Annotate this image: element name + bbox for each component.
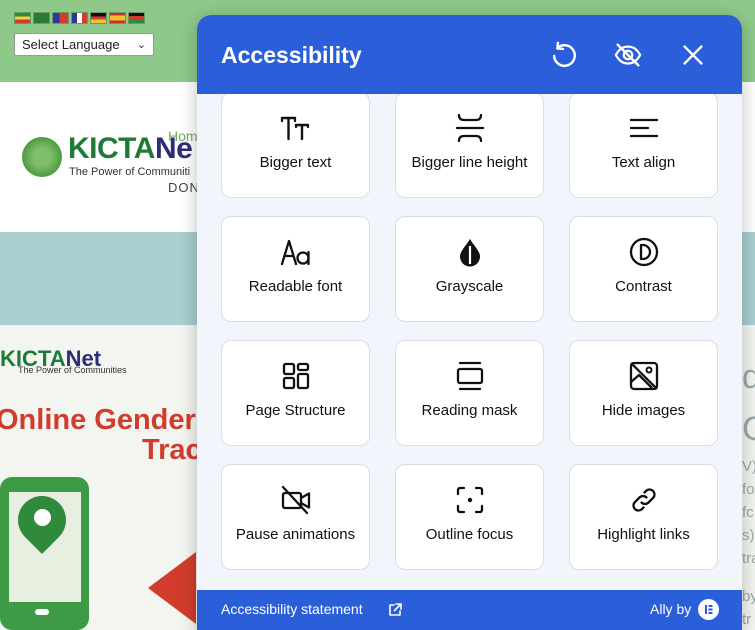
line-height-icon (455, 113, 484, 143)
banner-title-line1: Online Gender- (0, 404, 206, 436)
panel-footer: Accessibility statement Ally by (197, 590, 742, 630)
outline-focus-icon (456, 486, 483, 514)
tile-label: Pause animations (235, 526, 356, 543)
tile-label: Outline focus (425, 526, 514, 543)
highlight-links-icon (631, 488, 656, 512)
nav-home-link[interactable]: Hom (168, 128, 198, 144)
tile-label: Grayscale (435, 278, 504, 295)
edge-text-2: C (742, 410, 755, 448)
text-align-icon (629, 118, 658, 138)
accessibility-options-grid: Bigger text Bigger line height Text alig… (197, 94, 742, 590)
tile-label: Highlight links (597, 526, 690, 543)
flag-france[interactable] (71, 12, 88, 24)
accessibility-panel: Accessibility Bigger text Bigger line he… (197, 15, 742, 630)
edge-text-9: tr (742, 611, 752, 628)
tile-page-structure[interactable]: Page Structure (221, 340, 370, 446)
logo-tagline: The Power of Communiti (69, 166, 191, 178)
logo-brand-green: KICTA (68, 132, 155, 165)
tile-contrast[interactable]: Contrast (569, 216, 718, 322)
edge-text-4: fo (742, 481, 755, 498)
edge-text-7: tra (742, 550, 755, 567)
bigger-text-icon (280, 116, 309, 141)
hide-widget-button[interactable] (610, 37, 646, 73)
pause-animations-icon (281, 485, 310, 515)
chevron-down-icon: ⌄ (136, 39, 146, 51)
flag-taiwan[interactable] (52, 12, 69, 24)
donate-link[interactable]: DON (168, 180, 200, 195)
page: Select Language ⌄ KICTANe The Power of C… (0, 0, 755, 630)
page-structure-icon (282, 362, 309, 390)
readable-font-icon (280, 239, 310, 266)
tile-highlight-links[interactable]: Highlight links (569, 464, 718, 570)
tile-outline-focus[interactable]: Outline focus (395, 464, 544, 570)
reset-icon (552, 41, 576, 68)
edge-text-6: s) (742, 527, 755, 544)
banner-arrow (148, 552, 196, 624)
language-select[interactable]: Select Language ⌄ (14, 33, 154, 56)
close-icon (683, 45, 703, 65)
reset-button[interactable] (546, 37, 582, 73)
banner-title-line2: Trac (142, 434, 202, 466)
reading-mask-icon (456, 361, 483, 391)
tile-readable-font[interactable]: Readable font (221, 216, 370, 322)
edge-text-3: V) (742, 458, 755, 475)
hide-images-icon (629, 361, 658, 391)
banner-tagline: The Power of Communities (18, 365, 127, 375)
kictanet-logo-mark (22, 137, 62, 177)
hide-widget-icon (614, 43, 642, 67)
ally-by-label: Ally by (650, 601, 692, 617)
tile-text-align[interactable]: Text align (569, 94, 718, 198)
accessibility-statement-link[interactable]: Accessibility statement (221, 601, 363, 617)
flag-kenya[interactable] (128, 12, 145, 24)
external-link-icon (389, 603, 402, 616)
edge-text-1: d (742, 358, 755, 396)
edge-text-5: fc (742, 504, 754, 521)
language-select-value: Select Language (22, 37, 120, 52)
tile-pause-animations[interactable]: Pause animations (221, 464, 370, 570)
tile-label: Contrast (615, 278, 672, 295)
tile-bigger-text[interactable]: Bigger text (221, 94, 370, 198)
panel-title: Accessibility (221, 42, 362, 68)
tile-label: Bigger line height (411, 154, 528, 171)
tile-grayscale[interactable]: Grayscale (395, 216, 544, 322)
phone-button (35, 609, 49, 615)
grayscale-icon (459, 239, 480, 267)
tile-bigger-line-height[interactable]: Bigger line height (395, 94, 544, 198)
contrast-icon (629, 237, 658, 267)
elementor-logo-icon[interactable] (698, 599, 719, 620)
tile-hide-images[interactable]: Hide images (569, 340, 718, 446)
close-button[interactable] (675, 37, 711, 73)
tile-label: Hide images (601, 402, 686, 419)
flag-germany[interactable] (90, 12, 107, 24)
map-pin-dot (34, 509, 51, 526)
panel-header: Accessibility (197, 15, 742, 94)
tile-label: Readable font (248, 278, 343, 295)
edge-text-8: by (742, 588, 755, 605)
tile-label: Bigger text (259, 154, 332, 171)
tile-label: Reading mask (421, 402, 518, 419)
flag-ethiopia[interactable] (14, 12, 31, 24)
language-flags (14, 12, 145, 24)
tile-label: Text align (611, 154, 676, 171)
tile-label: Page Structure (245, 402, 346, 419)
flag-saudi-arabia[interactable] (33, 12, 50, 24)
tile-reading-mask[interactable]: Reading mask (395, 340, 544, 446)
flag-spain[interactable] (109, 12, 126, 24)
elementor-mark (705, 605, 713, 614)
